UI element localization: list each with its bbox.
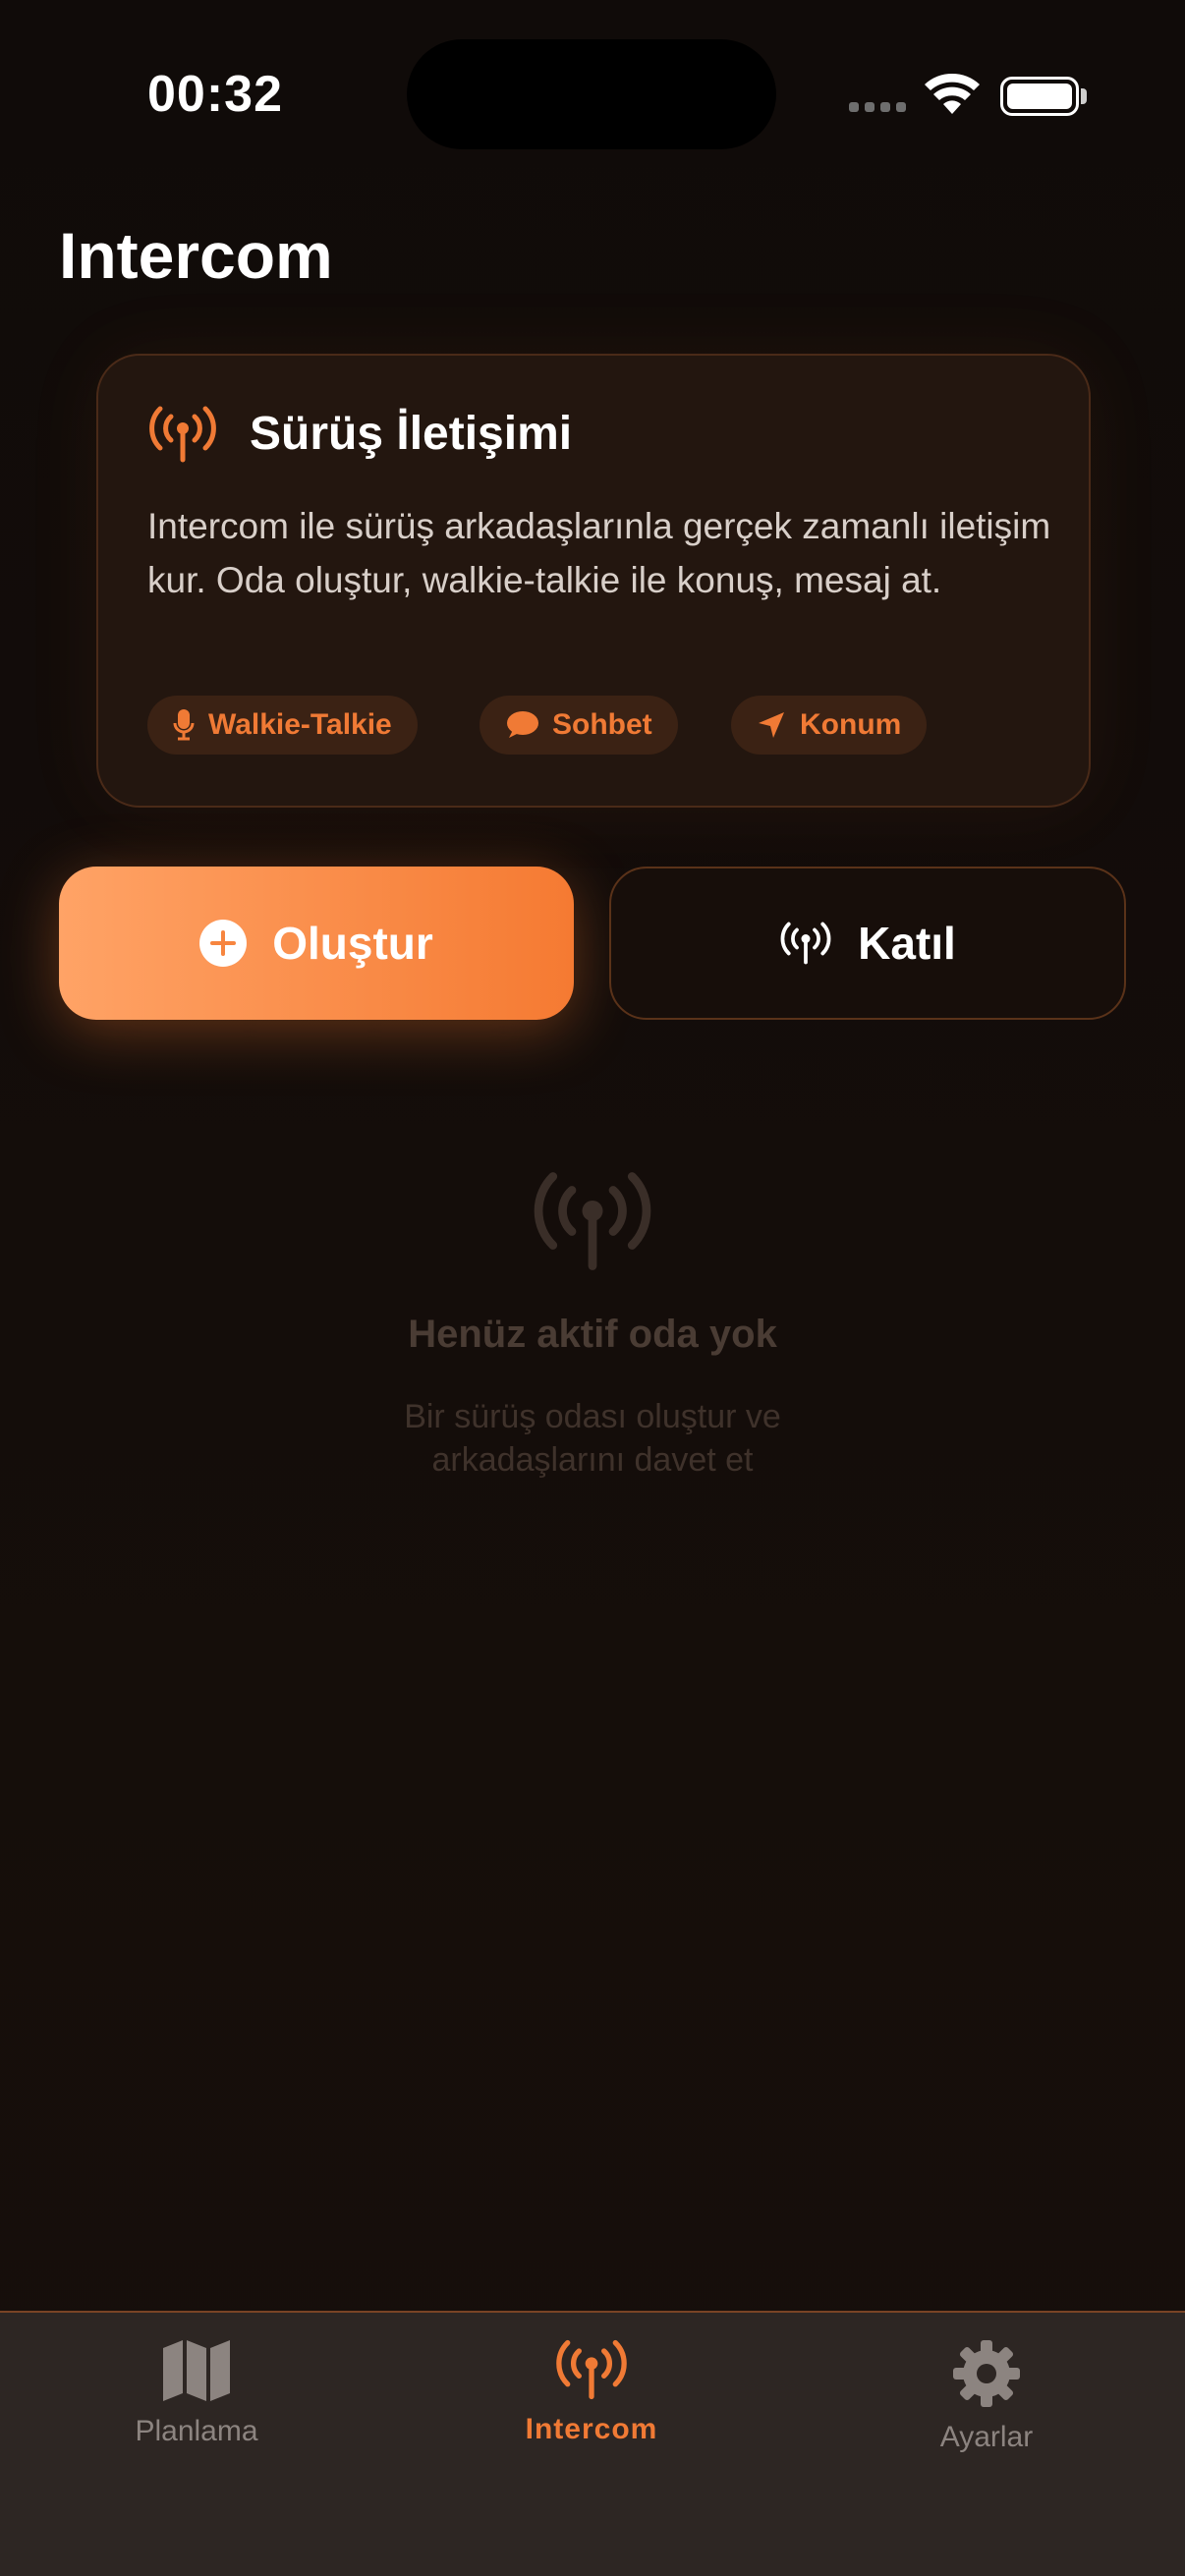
- join-room-label: Katıl: [858, 918, 956, 969]
- tab-ayarlar[interactable]: Ayarlar: [839, 2338, 1134, 2454]
- chat-bubble-icon: [507, 711, 538, 738]
- card-description: Intercom ile sürüş arkadaşlarınla gerçek…: [147, 506, 1051, 600]
- chip-label: Walkie-Talkie: [208, 708, 392, 741]
- location-arrow-icon: [759, 712, 784, 738]
- empty-state-subtitle-line: Bir sürüş odası oluştur ve: [404, 1398, 781, 1435]
- chip-label: Sohbet: [552, 708, 652, 741]
- empty-state-subtitle: Bir sürüş odası oluştur ve arkadaşlarını…: [0, 1395, 1185, 1482]
- antenna-icon: [780, 922, 831, 965]
- empty-state-title: Henüz aktif oda yok: [408, 1313, 777, 1356]
- chip-location: Konum: [731, 696, 928, 755]
- antenna-icon: [534, 1172, 651, 1270]
- tab-intercom[interactable]: Intercom: [444, 2338, 739, 2446]
- join-room-button[interactable]: Katıl: [609, 867, 1126, 1020]
- map-icon: [163, 2340, 230, 2401]
- gear-icon: [953, 2340, 1020, 2407]
- chip-walkie-talkie: Walkie-Talkie: [147, 696, 418, 755]
- tab-planlama[interactable]: Planlama: [49, 2338, 344, 2448]
- tab-label: Intercom: [525, 2413, 658, 2445]
- chip-chat: Sohbet: [480, 696, 678, 755]
- battery-cap: [1081, 88, 1087, 104]
- create-room-button[interactable]: Oluştur: [59, 867, 574, 1020]
- battery-icon: [1000, 77, 1079, 116]
- antenna-icon: [556, 2339, 627, 2400]
- microphone-icon: [173, 709, 195, 741]
- tab-label: Planlama: [135, 2415, 258, 2447]
- page-title: Intercom: [59, 219, 333, 292]
- dynamic-island: [407, 39, 776, 149]
- cellular-signal-icon: [849, 102, 906, 112]
- antenna-icon: [149, 406, 216, 463]
- status-time: 00:32: [147, 66, 283, 123]
- tab-label: Ayarlar: [939, 2421, 1034, 2453]
- plus-circle-icon: [199, 920, 248, 967]
- wifi-icon: [925, 73, 980, 114]
- create-room-label: Oluştur: [272, 918, 433, 969]
- empty-state-subtitle-line: arkadaşlarını davet et: [431, 1441, 754, 1479]
- chip-label: Konum: [800, 708, 902, 741]
- card-title: Sürüş İletişimi: [250, 408, 573, 460]
